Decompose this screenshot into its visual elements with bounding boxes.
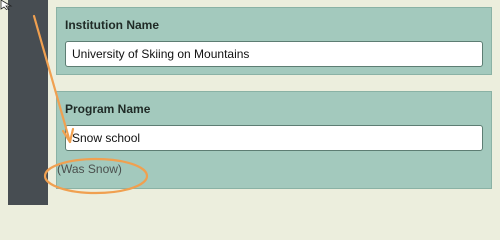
left-sidebar	[8, 0, 48, 205]
previous-name-note: (Was Snow)	[57, 162, 122, 176]
institution-name-input[interactable]	[65, 41, 483, 67]
program-name-input[interactable]	[65, 125, 483, 151]
institution-panel: Institution Name	[56, 7, 492, 75]
cursor-icon	[0, 0, 13, 10]
program-name-label: Program Name	[65, 102, 151, 116]
institution-name-label: Institution Name	[65, 18, 160, 32]
